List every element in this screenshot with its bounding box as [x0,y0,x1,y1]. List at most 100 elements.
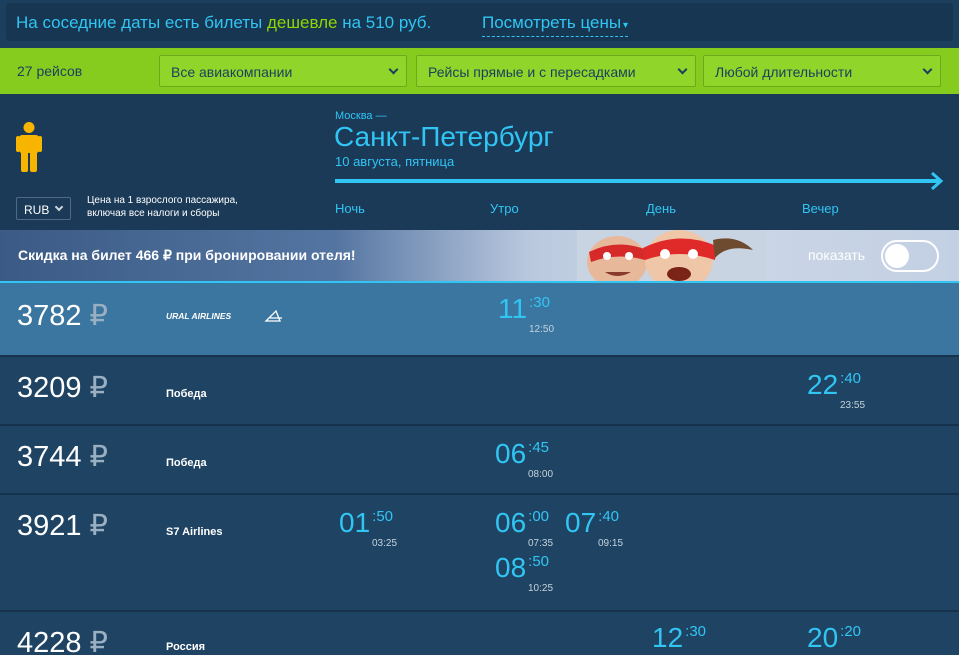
flight-price-value: 3782 [17,300,82,332]
chevron-down-icon[interactable] [54,202,64,212]
stops-filter-select[interactable]: Рейсы прямые и с пересадками [416,55,696,87]
ruble-icon: ₽ [89,441,108,473]
flight-price: 3921 ₽ [17,508,108,543]
currency-select[interactable]: RUB [16,197,71,220]
arrival-time: 10:25 [528,583,554,594]
filter-bar: 27 рейсов Все авиакомпании Рейсы прямые … [0,48,959,94]
search-header: RUB Цена на 1 взрослого пассажира, включ… [0,94,959,230]
flight-row[interactable]: 3744 ₽ Победа 06:45 08:00 [0,426,959,495]
banner-text-before: На соседние даты есть билеты [16,13,267,32]
arrival-time: 08:00 [528,469,554,480]
flight-row[interactable]: 3921 ₽ S7 Airlines 01:50 03:25 06:00 07:3… [0,495,959,612]
departure-minutes[interactable]: :20 [840,623,861,640]
price-note: Цена на 1 взрослого пассажира, включая в… [87,194,257,220]
arrival-time: 23:55 [840,400,866,411]
flight-price: 3782 ₽ [17,298,108,333]
departure-hour[interactable]: 20 [807,622,838,653]
flight-row[interactable]: 3209 ₽ Победа 22:40 23:55 [0,357,959,426]
departure-time[interactable]: 06:45 08:00 [495,438,553,480]
departure-time[interactable]: 12:30 [652,622,706,654]
departure-minutes[interactable]: :50 [372,508,393,525]
chevron-down-icon[interactable] [677,64,688,75]
period-morning[interactable]: Утро [490,201,519,216]
departure-minutes[interactable]: :40 [840,370,861,387]
banner-text-after: на 510 руб. [337,13,432,32]
period-day[interactable]: День [646,201,676,216]
arrival-time: 12:50 [529,324,555,335]
departure-hour[interactable]: 06 [495,507,526,538]
airline-name: S7 Airlines [166,526,223,538]
flight-price-value: 4228 [17,627,82,655]
flights-count: 27 рейсов [17,63,83,79]
arrival-time: 07:35 [528,538,554,549]
departure-hour[interactable]: 12 [652,622,683,653]
airline-name: Россия [166,641,206,653]
flight-price-value: 3744 [17,441,82,473]
banner-text-cheap: дешевле [266,13,338,32]
airline-name: URAL AIRLINES [166,311,232,321]
flight-price: 3209 ₽ [17,370,108,405]
departure-hour[interactable]: 11 [498,293,527,324]
duration-filter-select[interactable]: Любой длительности [703,55,941,87]
airline-name: Победа [166,457,207,469]
ruble-icon: ₽ [89,300,108,332]
departure-time[interactable]: 22:40 23:55 [807,369,865,411]
flight-price-value: 3921 [17,510,82,542]
top-banner-area: На соседние даты есть билеты дешевле на … [0,0,959,48]
duration-filter-value[interactable]: Любой длительности [715,64,852,80]
flight-price: 4228 ₽ [17,625,108,655]
departure-time[interactable]: 11:30 12:50 [498,293,554,335]
airlines-filter-select[interactable]: Все авиакомпании [159,55,407,87]
departure-minutes[interactable]: :30 [685,623,706,640]
departure-minutes[interactable]: :45 [528,439,549,456]
departure-time[interactable]: 08:50 10:25 [495,552,553,594]
route-date: 10 августа, пятница [335,154,455,169]
flight-price-value: 3209 [17,372,82,404]
route-destination: Санкт-Петербург [334,121,554,152]
period-evening[interactable]: Вечер [802,201,839,216]
view-prices-label[interactable]: Посмотреть цены [482,13,621,32]
ruble-icon: ₽ [89,372,108,404]
arrival-time: 09:15 [598,538,624,549]
airlines-filter-value[interactable]: Все авиакомпании [171,64,292,80]
departure-minutes[interactable]: :40 [598,508,619,525]
ural-airlines-logo: URAL AIRLINES [166,309,282,322]
flight-price: 3744 ₽ [17,439,108,474]
price-note-line2: включая все налоги и сборы [87,208,220,219]
toggle-knob[interactable] [885,244,909,268]
hotel-discount-promo: Скидка на билет 466 ₽ при бронировании о… [0,230,959,281]
departure-hour[interactable]: 01 [339,507,370,538]
kids-superhero-image [577,230,767,281]
departure-minutes[interactable]: :50 [528,553,549,570]
departure-hour[interactable]: 22 [807,369,838,400]
departure-time[interactable]: 06:00 07:35 [495,507,553,549]
airline-name: Победа [166,388,207,400]
departure-time[interactable]: 01:50 03:25 [339,507,397,549]
chevron-down-icon[interactable] [388,64,399,75]
cheaper-dates-text: На соседние даты есть билеты дешевле на … [16,13,431,33]
departure-hour[interactable]: 07 [565,507,596,538]
departure-minutes[interactable]: :30 [529,294,550,311]
arrival-time: 03:25 [372,538,398,549]
chevron-down-icon[interactable] [922,64,933,75]
stops-filter-value[interactable]: Рейсы прямые и с пересадками [428,64,636,80]
promo-toggle[interactable] [881,240,939,272]
timeline-arrow-icon [335,172,944,190]
promo-show-label: показать [808,247,866,263]
departure-time[interactable]: 07:40 09:15 [565,507,623,549]
departure-time[interactable]: 20:20 [807,622,861,654]
currency-value[interactable]: RUB [24,203,49,217]
cheaper-dates-banner: На соседние даты есть билеты дешевле на … [6,3,953,41]
chevron-down-icon[interactable]: ▾ [623,20,628,31]
flight-row[interactable]: 3782 ₽ URAL AIRLINES 11:30 12:50 [0,283,959,357]
period-night[interactable]: Ночь [335,201,365,216]
departure-hour[interactable]: 08 [495,552,526,583]
view-prices-link[interactable]: Посмотреть цены ▾ [482,13,629,37]
promo-text: Скидка на билет 466 ₽ при бронировании о… [18,247,356,263]
ruble-icon: ₽ [89,510,108,542]
departure-hour[interactable]: 06 [495,438,526,469]
flight-row[interactable]: 4228 ₽ Россия 12:30 20:20 [0,612,959,655]
departure-minutes[interactable]: :00 [528,508,549,525]
person-icon [16,122,42,172]
price-note-line1: Цена на 1 взрослого пассажира, [87,195,238,206]
